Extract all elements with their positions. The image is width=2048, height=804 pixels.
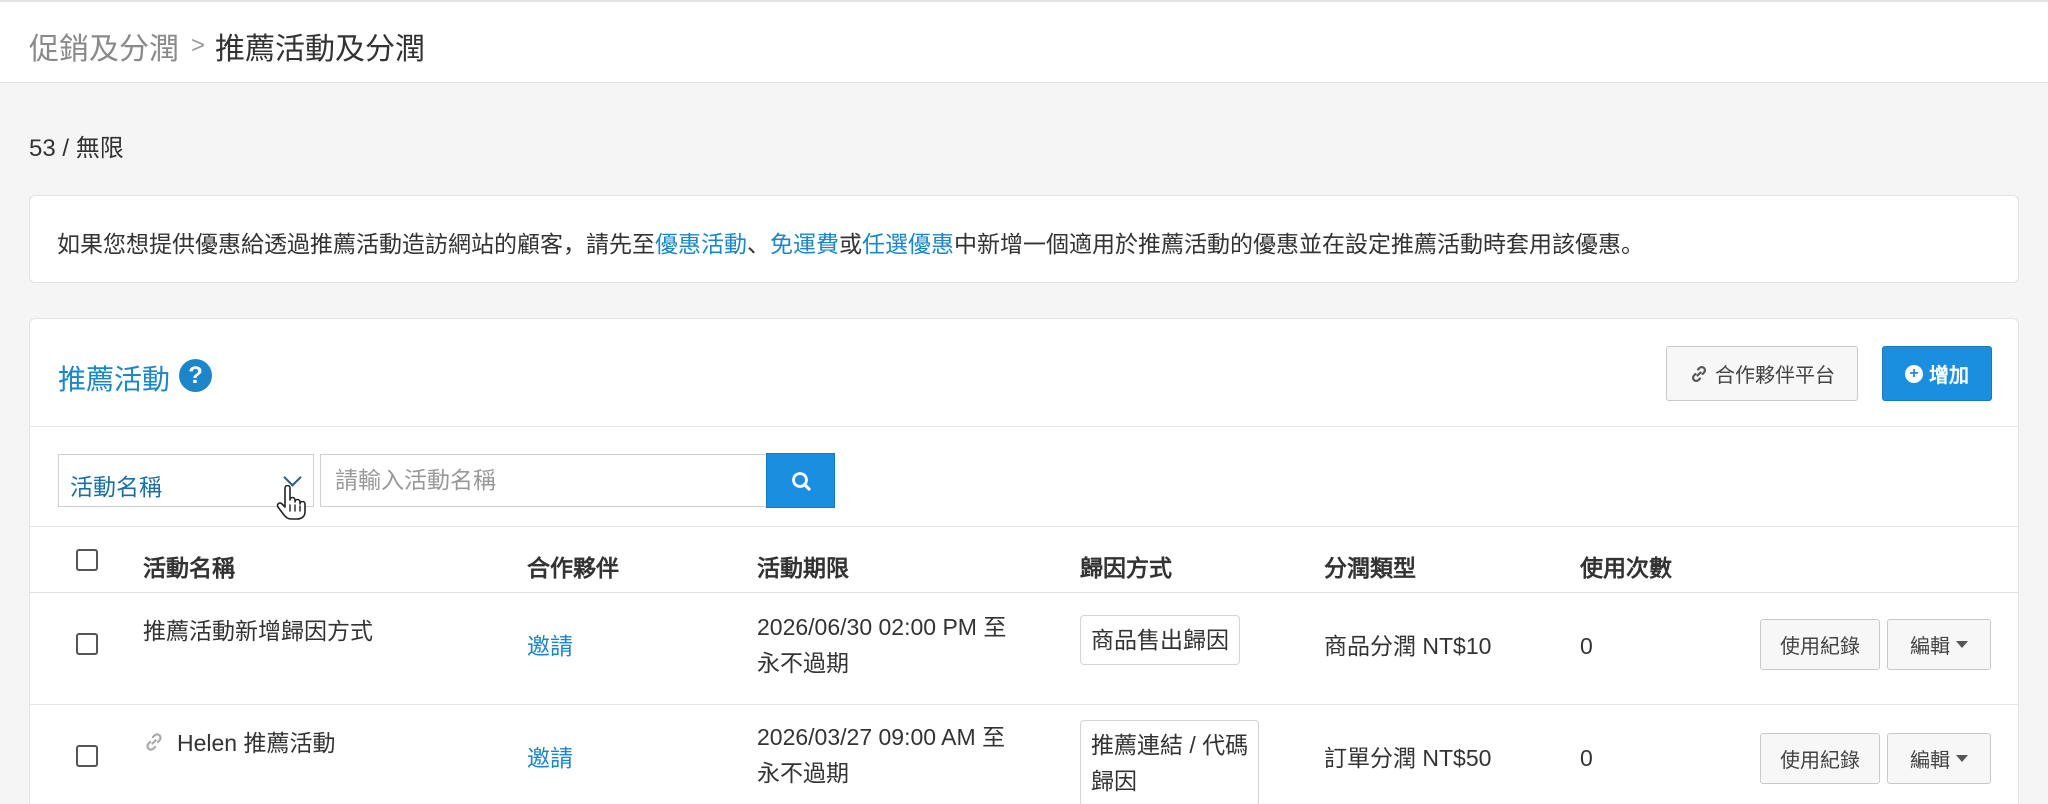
campaign-period-start: 2026/06/30 02:00 PM 至 bbox=[757, 614, 1007, 640]
campaign-name[interactable]: Helen 推薦活動 bbox=[177, 725, 335, 761]
attribution-method-text: 推薦連結 / 代碼 bbox=[1091, 732, 1249, 758]
edit-label: 編輯 bbox=[1910, 636, 1950, 658]
panel-header: 推薦活動 ? 合作夥伴平台 + 增加 bbox=[30, 319, 2018, 427]
usage-log-button[interactable]: 使用紀錄 bbox=[1760, 619, 1880, 670]
campaign-period-end: 永不過期 bbox=[757, 760, 849, 786]
usage-count: 0 bbox=[1580, 633, 1593, 659]
commission-type: 訂單分潤 NT$50 bbox=[1324, 745, 1492, 771]
column-header-commission-type: 分潤類型 bbox=[1324, 555, 1416, 581]
link-icon bbox=[1691, 365, 1707, 382]
top-bar: 促銷及分潤 > 推薦活動及分潤 bbox=[0, 0, 2048, 83]
search-icon bbox=[792, 472, 811, 491]
column-header-name[interactable]: 活動名稱 bbox=[143, 549, 235, 583]
attribution-method-badge: 商品售出歸因 bbox=[1080, 615, 1240, 665]
attribution-method-badge: 推薦連結 / 代碼 歸因 bbox=[1080, 720, 1260, 804]
search-input[interactable] bbox=[320, 454, 767, 507]
column-header-partner: 合作夥伴 bbox=[527, 555, 619, 581]
commission-type: 商品分潤 NT$10 bbox=[1324, 633, 1492, 659]
page-title: 推薦活動及分潤 bbox=[215, 33, 426, 66]
attribution-method-text-line2: 歸因 bbox=[1091, 768, 1137, 794]
edit-dropdown-button[interactable]: 編輯 bbox=[1887, 619, 1991, 670]
campaign-period-end: 永不過期 bbox=[757, 650, 849, 676]
notice-text: 如果您想提供優惠給透過推薦活動造訪網站的顧客，請先至優惠活動、免運費或任選優惠中… bbox=[57, 225, 1644, 259]
breadcrumb: 促銷及分潤 > 推薦活動及分潤 bbox=[29, 24, 425, 68]
notice-link-bundle-offers[interactable]: 任選優惠 bbox=[862, 231, 954, 257]
notice-text-after: 中新增一個適用於推薦活動的優惠並在設定推薦活動時套用該優惠。 bbox=[954, 231, 1644, 257]
panel-title: 推薦活動 bbox=[58, 364, 171, 395]
row-checkbox[interactable] bbox=[76, 745, 98, 767]
notice-link-free-shipping[interactable]: 免運費 bbox=[770, 231, 839, 257]
notice-sep-1: 、 bbox=[747, 231, 770, 257]
partner-invite-link[interactable]: 邀請 bbox=[527, 628, 573, 664]
breadcrumb-parent-link[interactable]: 促銷及分潤 bbox=[29, 24, 179, 68]
usage-log-label: 使用紀錄 bbox=[1780, 750, 1860, 772]
campaign-period-start: 2026/03/27 09:00 AM 至 bbox=[757, 724, 1006, 750]
caret-down-icon bbox=[1956, 755, 1968, 762]
usage-log-button[interactable]: 使用紀錄 bbox=[1760, 733, 1880, 784]
column-header-period: 活動期限 bbox=[757, 555, 849, 581]
plus-circle-icon: + bbox=[1905, 364, 1923, 383]
info-notice: 如果您想提供優惠給透過推薦活動造訪網站的顧客，請先至優惠活動、免運費或任選優惠中… bbox=[29, 195, 2019, 283]
breadcrumb-separator-icon: > bbox=[191, 32, 206, 59]
table-row: Helen 推薦活動 邀請 2026/03/27 09:00 AM 至 永不過期… bbox=[30, 705, 2018, 804]
table-row: 推薦活動新增歸因方式 邀請 2026/06/30 02:00 PM 至 永不過期… bbox=[30, 593, 2018, 705]
edit-dropdown-button[interactable]: 編輯 bbox=[1887, 733, 1991, 784]
hand-pointer-cursor-icon bbox=[276, 485, 306, 520]
usage-count: 0 bbox=[1580, 745, 1593, 771]
referral-campaigns-panel: 推薦活動 ? 合作夥伴平台 + 增加 活動名稱 請輸入活動名稱 活動名稱 合作夥… bbox=[29, 318, 2019, 804]
chevron-down-icon bbox=[283, 468, 302, 487]
partner-platform-label: 合作夥伴平台 bbox=[1715, 365, 1835, 387]
usage-log-label: 使用紀錄 bbox=[1780, 636, 1860, 658]
edit-label: 編輯 bbox=[1910, 750, 1950, 772]
search-button[interactable] bbox=[766, 453, 835, 508]
help-icon[interactable]: ? bbox=[179, 359, 212, 392]
add-campaign-label: 增加 bbox=[1929, 365, 1969, 387]
notice-sep-2: 或 bbox=[839, 231, 862, 257]
campaign-name[interactable]: 推薦活動新增歸因方式 bbox=[143, 613, 373, 649]
notice-text-before: 如果您想提供優惠給透過推薦活動造訪網站的顧客，請先至 bbox=[57, 231, 655, 257]
table-header: 活動名稱 合作夥伴 活動期限 歸因方式 分潤類型 使用次數 bbox=[30, 526, 2018, 593]
notice-link-promotions[interactable]: 優惠活動 bbox=[655, 231, 747, 257]
partner-platform-button[interactable]: 合作夥伴平台 bbox=[1666, 346, 1858, 401]
add-campaign-button[interactable]: + 增加 bbox=[1882, 346, 1992, 401]
search-field-select-value: 活動名稱 bbox=[70, 474, 162, 500]
referral-link-icon bbox=[146, 733, 162, 751]
usage-quota: 53 / 無限 bbox=[29, 135, 124, 162]
column-header-usage-count: 使用次數 bbox=[1580, 555, 1672, 581]
row-checkbox[interactable] bbox=[76, 633, 98, 655]
column-header-attribution: 歸因方式 bbox=[1080, 555, 1172, 581]
select-all-checkbox[interactable] bbox=[76, 549, 98, 571]
partner-invite-link[interactable]: 邀請 bbox=[527, 740, 573, 776]
caret-down-icon bbox=[1956, 641, 1968, 648]
attribution-method-text: 商品售出歸因 bbox=[1091, 627, 1229, 653]
